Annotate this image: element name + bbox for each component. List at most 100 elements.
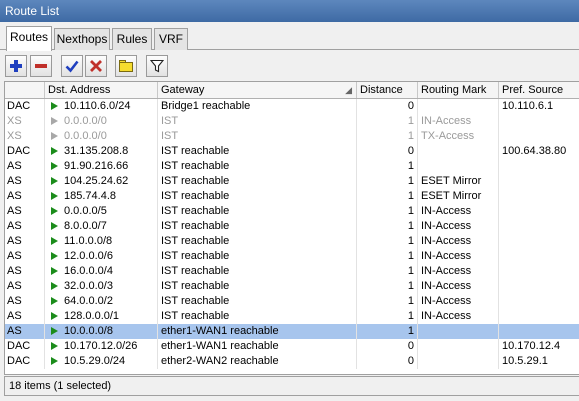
table-row[interactable]: AS 12.0.0.0/6 IST reachable 1 IN-Access	[5, 249, 579, 264]
route-dst-text: 16.0.0.0/4	[64, 265, 113, 277]
table-row[interactable]: AS 0.0.0.0/5 IST reachable 1 IN-Access	[5, 204, 579, 219]
route-dst-address: 31.135.208.8	[45, 144, 158, 159]
enable-button[interactable]	[61, 55, 83, 77]
route-dst-text: 91.90.216.66	[64, 160, 129, 172]
route-dst-text: 185.74.4.8	[64, 190, 116, 202]
route-pref-source	[499, 294, 579, 309]
col-routing-mark[interactable]: Routing Mark	[418, 82, 499, 98]
route-gateway: IST reachable	[158, 264, 357, 279]
route-routing-mark: IN-Access	[418, 249, 499, 264]
plus-icon	[10, 60, 22, 72]
col-pref-source[interactable]: Pref. Source	[499, 82, 579, 98]
table-row[interactable]: AS 104.25.24.62 IST reachable 1 ESET Mirror	[5, 174, 579, 189]
route-pref-source	[499, 249, 579, 264]
table-row[interactable]: AS 8.0.0.0/7 IST reachable 1 IN-Access	[5, 219, 579, 234]
route-status-icon	[51, 132, 58, 140]
route-distance: 1	[357, 204, 418, 219]
route-flags: DAC	[5, 144, 45, 159]
comment-button[interactable]	[115, 55, 137, 77]
col-flags[interactable]	[5, 82, 45, 98]
route-routing-mark	[418, 159, 499, 174]
route-flags: DAC	[5, 354, 45, 369]
route-routing-mark	[418, 99, 499, 114]
route-pref-source	[499, 219, 579, 234]
route-status-icon	[51, 162, 58, 170]
table-row[interactable]: DAC 10.5.29.0/24 ether2-WAN2 reachable 0 10.…	[5, 354, 579, 369]
route-dst-address: 128.0.0.0/1	[45, 309, 158, 324]
route-gateway: IST reachable	[158, 294, 357, 309]
table-row[interactable]: AS 16.0.0.0/4 IST reachable 1 IN-Access	[5, 264, 579, 279]
route-dst-text: 10.110.6.0/24	[64, 100, 131, 112]
route-flags: AS	[5, 234, 45, 249]
route-gateway: IST reachable	[158, 174, 357, 189]
route-dst-text: 32.0.0.0/3	[64, 280, 113, 292]
route-dst-text: 10.0.0.0/8	[64, 325, 113, 337]
table-row[interactable]: AS 185.74.4.8 IST reachable 1 ESET Mirror	[5, 189, 579, 204]
table-row[interactable]: DAC 10.170.12.0/26 ether1-WAN1 reachable 0 1…	[5, 339, 579, 354]
route-dst-address: 64.0.0.0/2	[45, 294, 158, 309]
route-pref-source	[499, 309, 579, 324]
route-distance: 0	[357, 354, 418, 369]
table-row[interactable]: AS 32.0.0.0/3 IST reachable 1 IN-Access	[5, 279, 579, 294]
route-pref-source: 100.64.38.80	[499, 144, 579, 159]
route-distance: 1	[357, 249, 418, 264]
table-row[interactable]: AS 64.0.0.0/2 IST reachable 1 IN-Access	[5, 294, 579, 309]
route-pref-source	[499, 159, 579, 174]
route-pref-source	[499, 189, 579, 204]
route-routing-mark: ESET Mirror	[418, 189, 499, 204]
table-row[interactable]: AS 10.0.0.0/8 ether1-WAN1 reachable 1	[5, 324, 579, 339]
route-flags: AS	[5, 324, 45, 339]
route-dst-text: 8.0.0.0/7	[64, 220, 107, 232]
table-row[interactable]: DAC 31.135.208.8 IST reachable 0 100.64.38.8…	[5, 144, 579, 159]
route-routing-mark: TX-Access	[418, 129, 499, 144]
route-table: Dst. Address Gateway ◢ Distance Routing …	[4, 81, 579, 375]
col-dst-address[interactable]: Dst. Address	[45, 82, 158, 98]
route-dst-address: 12.0.0.0/6	[45, 249, 158, 264]
disable-button[interactable]	[85, 55, 107, 77]
route-flags: DAC	[5, 339, 45, 354]
table-row[interactable]: AS 128.0.0.0/1 IST reachable 1 IN-Access	[5, 309, 579, 324]
filter-button[interactable]	[146, 55, 168, 77]
route-distance: 1	[357, 219, 418, 234]
tab-nexthops[interactable]: Nexthops	[54, 28, 110, 50]
route-dst-address: 8.0.0.0/7	[45, 219, 158, 234]
route-dst-text: 11.0.0.0/8	[64, 235, 113, 247]
tab-vrf[interactable]: VRF	[154, 28, 188, 50]
tab-routes[interactable]: Routes	[6, 26, 52, 51]
route-distance: 1	[357, 234, 418, 249]
route-distance: 1	[357, 129, 418, 144]
route-pref-source	[499, 174, 579, 189]
table-row[interactable]: AS 11.0.0.0/8 IST reachable 1 IN-Access	[5, 234, 579, 249]
tab-rules[interactable]: Rules	[112, 28, 152, 50]
route-distance: 1	[357, 189, 418, 204]
route-dst-address: 11.0.0.0/8	[45, 234, 158, 249]
route-pref-source	[499, 129, 579, 144]
sort-desc-icon: ◢	[345, 85, 352, 95]
table-row[interactable]: DAC 10.110.6.0/24 Bridge1 reachable 0 10.110…	[5, 99, 579, 114]
add-button[interactable]	[5, 55, 27, 77]
route-status-icon	[51, 207, 58, 215]
route-routing-mark	[418, 144, 499, 159]
route-gateway: IST	[158, 114, 357, 129]
route-status-icon	[51, 357, 58, 365]
col-distance[interactable]: Distance	[357, 82, 418, 98]
route-status-icon	[51, 327, 58, 335]
route-distance: 1	[357, 324, 418, 339]
route-flags: XS	[5, 129, 45, 144]
funnel-icon	[150, 59, 164, 73]
status-bar: 18 items (1 selected)	[4, 376, 579, 396]
route-flags: AS	[5, 174, 45, 189]
route-dst-text: 0.0.0.0/0	[64, 130, 107, 142]
remove-button[interactable]	[30, 55, 52, 77]
route-gateway: Bridge1 reachable	[158, 99, 357, 114]
route-pref-source	[499, 279, 579, 294]
route-distance: 1	[357, 309, 418, 324]
tab-bar: Routes Nexthops Rules VRF	[0, 26, 579, 51]
col-gateway[interactable]: Gateway ◢	[158, 82, 357, 98]
table-row[interactable]: AS 91.90.216.66 IST reachable 1	[5, 159, 579, 174]
table-row[interactable]: XS 0.0.0.0/0 IST 1 IN-Access	[5, 114, 579, 129]
table-row[interactable]: XS 0.0.0.0/0 IST 1 TX-Access	[5, 129, 579, 144]
route-distance: 0	[357, 339, 418, 354]
route-distance: 0	[357, 99, 418, 114]
route-status-icon	[51, 297, 58, 305]
